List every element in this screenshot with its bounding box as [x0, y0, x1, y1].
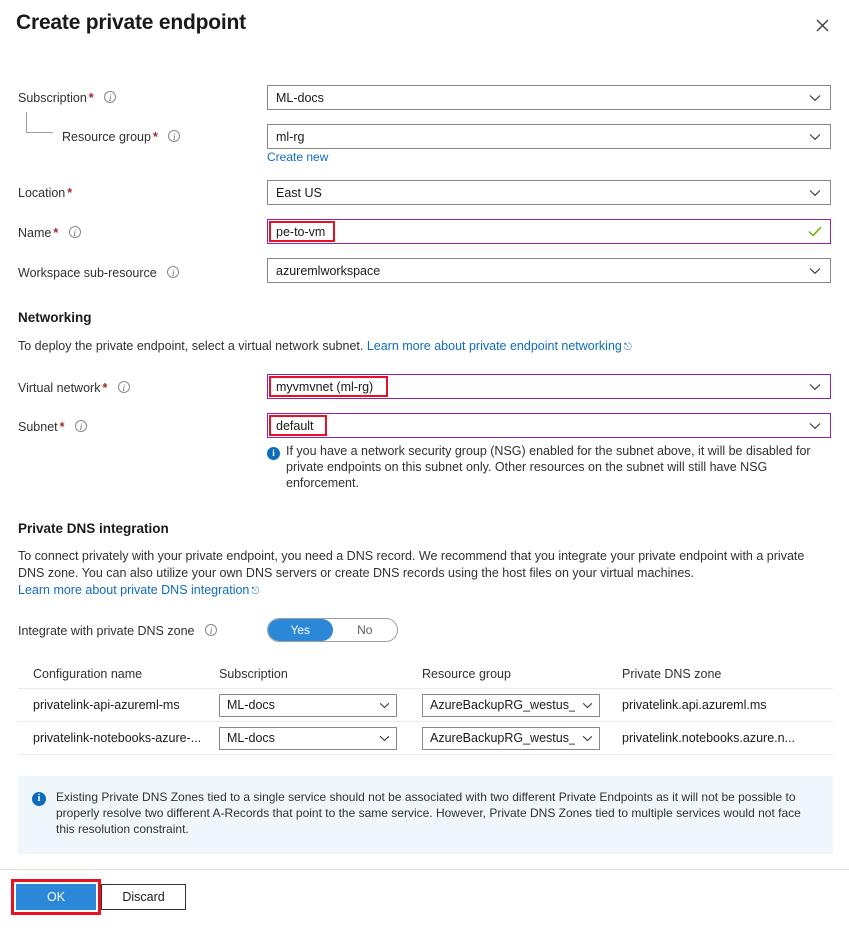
row-subscription-dropdown[interactable]: ML-docs — [219, 726, 397, 750]
row-resource-group-value: AzureBackupRG_westus_1 — [430, 731, 575, 745]
info-icon[interactable]: i — [117, 381, 130, 393]
networking-learn-more-link[interactable]: Learn more about private endpoint networ… — [367, 339, 632, 353]
column-header-configuration-name: Configuration name — [33, 667, 143, 681]
workspace-sub-resource-value: azuremlworkspace — [276, 263, 381, 278]
name-input[interactable]: pe-to-vm — [267, 219, 831, 244]
info-banner: i Existing Private DNS Zones tied to a s… — [18, 776, 833, 854]
private-dns-description: To connect privately with your private e… — [18, 549, 805, 580]
virtual-network-label: Virtual network * i — [18, 380, 130, 396]
info-icon[interactable]: i — [74, 420, 87, 432]
close-button[interactable] — [809, 12, 835, 38]
workspace-sub-resource-dropdown[interactable]: azuremlworkspace — [267, 258, 831, 283]
cell-private-dns-zone: privatelink.notebooks.azure.n... — [622, 731, 796, 745]
ok-button[interactable]: OK — [16, 884, 96, 910]
chevron-down-icon — [800, 189, 830, 197]
location-value: East US — [276, 185, 322, 200]
info-banner-text: Existing Private DNS Zones tied to a sin… — [56, 790, 801, 836]
chevron-down-icon — [575, 702, 599, 709]
row-resource-group-dropdown[interactable]: AzureBackupRG_westus_1 — [422, 726, 600, 750]
private-dns-heading: Private DNS integration — [18, 521, 169, 536]
workspace-sub-resource-label: Workspace sub-resource i — [18, 265, 180, 281]
chevron-down-icon — [800, 267, 830, 275]
subscription-value: ML-docs — [276, 90, 324, 105]
row-subscription-value: ML-docs — [227, 698, 275, 712]
nsg-info-note: i If you have a network security group (… — [267, 443, 833, 491]
discard-button[interactable]: Discard — [101, 884, 186, 910]
blade-header: Create private endpoint — [0, 0, 849, 56]
info-icon[interactable]: i — [168, 130, 181, 142]
column-header-subscription: Subscription — [219, 667, 288, 681]
resource-group-dropdown[interactable]: ml-rg — [267, 124, 831, 149]
info-icon[interactable]: i — [204, 624, 217, 636]
integrate-private-dns-toggle[interactable]: Yes No — [267, 618, 398, 642]
row-resource-group-dropdown[interactable]: AzureBackupRG_westus_1 — [422, 693, 600, 717]
external-link-icon: ⎋ — [251, 586, 260, 597]
info-icon[interactable]: i — [104, 91, 117, 103]
cell-private-dns-zone: privatelink.api.azureml.ms — [622, 698, 767, 712]
chevron-down-icon — [800, 94, 830, 102]
checkmark-icon — [800, 226, 830, 237]
location-dropdown[interactable]: East US — [267, 180, 831, 205]
nsg-info-text: If you have a network security group (NS… — [286, 444, 811, 490]
row-subscription-value: ML-docs — [227, 731, 275, 745]
column-header-resource-group: Resource group — [422, 667, 511, 681]
footer-divider — [0, 869, 849, 870]
name-label: Name * i — [18, 225, 81, 241]
table-row: privatelink-api-azureml-ms ML-docs Azure… — [18, 689, 833, 722]
close-icon — [816, 19, 829, 32]
virtual-network-value: myvmvnet (ml-rg) — [276, 379, 374, 394]
subscription-dropdown[interactable]: ML-docs — [267, 85, 831, 110]
info-filled-icon: i — [32, 790, 46, 841]
toggle-option-yes[interactable]: Yes — [268, 619, 333, 641]
networking-heading: Networking — [18, 310, 92, 325]
info-icon[interactable]: i — [167, 266, 180, 278]
virtual-network-dropdown[interactable]: myvmvnet (ml-rg) — [267, 374, 831, 399]
resource-group-value: ml-rg — [276, 129, 305, 144]
subnet-dropdown[interactable]: default — [267, 413, 831, 438]
table-header-row: Configuration name Subscription Resource… — [18, 660, 833, 689]
column-header-private-dns-zone: Private DNS zone — [622, 667, 722, 681]
chevron-down-icon — [800, 133, 830, 141]
toggle-option-no[interactable]: No — [333, 619, 398, 641]
info-icon[interactable]: i — [68, 226, 81, 238]
row-resource-group-value: AzureBackupRG_westus_1 — [430, 698, 575, 712]
row-subscription-dropdown[interactable]: ML-docs — [219, 693, 397, 717]
subscription-label: Subscription * i — [18, 90, 117, 106]
cell-configuration-name: privatelink-notebooks-azure-... — [33, 731, 202, 745]
networking-description: To deploy the private endpoint, select a… — [18, 339, 632, 353]
private-dns-zone-table: Configuration name Subscription Resource… — [18, 660, 833, 755]
create-new-resource-group-link[interactable]: Create new — [267, 150, 328, 164]
chevron-down-icon — [575, 735, 599, 742]
info-filled-icon: i — [267, 444, 280, 491]
tree-connector — [26, 112, 53, 133]
location-label: Location * — [18, 186, 73, 200]
subnet-label: Subnet * i — [18, 419, 87, 435]
resource-group-label: Resource group * i — [62, 129, 181, 145]
integrate-private-dns-label: Integrate with private DNS zone i — [18, 623, 217, 639]
external-link-icon: ⎋ — [623, 342, 632, 353]
page-title: Create private endpoint — [16, 11, 246, 34]
cell-configuration-name: privatelink-api-azureml-ms — [33, 698, 180, 712]
chevron-down-icon — [800, 422, 830, 430]
chevron-down-icon — [800, 383, 830, 391]
subnet-value: default — [276, 418, 314, 433]
chevron-down-icon — [372, 702, 396, 709]
table-row: privatelink-notebooks-azure-... ML-docs … — [18, 722, 833, 755]
name-value: pe-to-vm — [276, 224, 326, 239]
private-dns-learn-more-link[interactable]: Learn more about private DNS integration… — [18, 583, 259, 597]
chevron-down-icon — [372, 735, 396, 742]
